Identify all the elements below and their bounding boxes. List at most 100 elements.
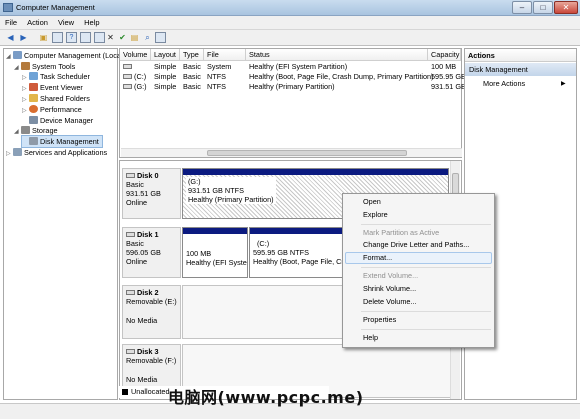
open-icon[interactable]: ▤ bbox=[129, 32, 140, 43]
scrollbar-thumb[interactable] bbox=[207, 150, 407, 156]
menu-item-format[interactable]: Format... bbox=[363, 253, 392, 263]
menu-item-shrink-volume[interactable]: Shrink Volume... bbox=[363, 284, 416, 294]
clock-icon bbox=[29, 72, 38, 80]
column-header-volume[interactable]: Volume bbox=[120, 49, 151, 61]
properties-icon[interactable] bbox=[80, 32, 91, 43]
tree-item-performance[interactable]: ▷ Performance bbox=[22, 104, 82, 115]
actions-section-disk-management[interactable]: Disk Management bbox=[465, 63, 576, 76]
tree-item-label: Task Scheduler bbox=[40, 72, 90, 81]
forward-arrow-icon[interactable]: ▶ bbox=[18, 32, 29, 43]
disk-name: Disk 1 bbox=[137, 230, 159, 239]
menu-help[interactable]: Help bbox=[79, 16, 104, 29]
partition-size: 931.51 GB NTFS bbox=[188, 186, 244, 195]
disk-icon bbox=[126, 173, 135, 178]
cell-fs: NTFS bbox=[207, 72, 227, 81]
drive-icon bbox=[123, 64, 132, 69]
tools-icon bbox=[21, 62, 30, 70]
close-button[interactable]: ✕ bbox=[554, 1, 578, 14]
cell-capacity: 595.95 GB bbox=[431, 72, 466, 81]
column-header-status[interactable]: Status bbox=[246, 49, 428, 61]
collapse-icon[interactable]: ◢ bbox=[14, 63, 21, 74]
menu-item-change-drive-letter[interactable]: Change Drive Letter and Paths... bbox=[363, 240, 469, 250]
disk-label[interactable]: Disk 1 Basic 596.05 GB Online bbox=[122, 227, 181, 278]
cell-capacity: 100 MB bbox=[431, 62, 457, 71]
export-list-icon[interactable] bbox=[94, 32, 105, 43]
cell-status: Healthy (Primary Partition) bbox=[249, 82, 335, 91]
tree-item-label: Services and Applications bbox=[24, 148, 108, 157]
disk-management-icon bbox=[29, 137, 38, 145]
legend-unallocated: Unallocated bbox=[131, 387, 170, 396]
tree-item-event-viewer[interactable]: ▷ Event Viewer bbox=[22, 82, 83, 93]
column-header-capacity[interactable]: Capacity bbox=[428, 49, 461, 61]
disk-label[interactable]: Disk 0 Basic 931.51 GB Online bbox=[122, 168, 181, 219]
mmc-window-icon[interactable] bbox=[155, 32, 166, 43]
cell-type: Basic bbox=[183, 62, 201, 71]
tree-item-label: Storage bbox=[32, 126, 58, 135]
menu-item-properties[interactable]: Properties bbox=[363, 315, 396, 325]
disk-media: No Media bbox=[126, 375, 158, 384]
device-manager-icon bbox=[29, 116, 38, 124]
menu-item-extend-volume[interactable]: Extend Volume... bbox=[363, 271, 418, 281]
up-folder-icon[interactable]: ▣ bbox=[38, 32, 49, 43]
disk-type: Basic bbox=[126, 239, 144, 248]
check-icon[interactable]: ✔ bbox=[117, 32, 128, 43]
help-icon[interactable]: ? bbox=[66, 32, 77, 43]
disk-media: No Media bbox=[126, 316, 158, 325]
cell-fs: NTFS bbox=[207, 82, 227, 91]
tree-item-label: Performance bbox=[40, 105, 82, 114]
tree-item-label: Device Manager bbox=[40, 116, 94, 125]
minimize-button[interactable]: – bbox=[512, 1, 532, 14]
menu-divider bbox=[361, 267, 491, 268]
performance-icon bbox=[29, 105, 38, 113]
column-header-type[interactable]: Type bbox=[180, 49, 204, 61]
search-icon[interactable]: ⌕ bbox=[142, 32, 153, 43]
cell-type: Basic bbox=[183, 72, 201, 81]
menu-view[interactable]: View bbox=[53, 16, 79, 29]
context-menu: Open Explore Mark Partition as Active Ch… bbox=[342, 193, 495, 348]
maximize-button[interactable]: □ bbox=[533, 1, 553, 14]
menu-item-explore[interactable]: Explore bbox=[363, 210, 388, 220]
cell-capacity: 931.51 GB bbox=[431, 82, 466, 91]
collapse-icon[interactable]: ◢ bbox=[14, 127, 21, 138]
menu-item-help[interactable]: Help bbox=[363, 333, 378, 343]
partition-status: Healthy (Primary Partition) bbox=[188, 195, 274, 204]
table-row[interactable]: (G:) Simple Basic NTFS Healthy (Primary … bbox=[120, 82, 466, 92]
expand-icon[interactable]: ▷ bbox=[6, 149, 13, 160]
table-row[interactable]: (C:) Simple Basic NTFS Healthy (Boot, Pa… bbox=[120, 72, 466, 82]
horizontal-scrollbar[interactable] bbox=[121, 148, 462, 157]
menu-item-delete-volume[interactable]: Delete Volume... bbox=[363, 297, 417, 307]
collapse-icon[interactable]: ◢ bbox=[6, 52, 13, 63]
menu-file[interactable]: File bbox=[0, 16, 22, 29]
close-x-icon[interactable]: ✕ bbox=[105, 32, 116, 43]
menu-item-open[interactable]: Open bbox=[363, 197, 381, 207]
title-bar: Computer Management – □ ✕ bbox=[0, 0, 580, 16]
tree-item-label: Shared Folders bbox=[40, 94, 90, 103]
tree-item-disk-management[interactable]: Disk Management bbox=[21, 135, 103, 148]
disk-state: Online bbox=[126, 257, 148, 266]
tree-item-root[interactable]: ◢ Computer Management (Local bbox=[6, 50, 123, 61]
menu-item-mark-active[interactable]: Mark Partition as Active bbox=[363, 228, 439, 238]
column-header-file-system[interactable]: File System bbox=[204, 49, 246, 71]
table-row[interactable]: Simple Basic Healthy (EFI System Partiti… bbox=[120, 62, 461, 72]
disk-type: Removable (E:) bbox=[126, 297, 177, 306]
back-arrow-icon[interactable]: ◀ bbox=[5, 32, 16, 43]
partition-efi[interactable]: 100 MB Healthy (EFI Syster bbox=[182, 227, 248, 278]
actions-header: Actions bbox=[465, 49, 576, 62]
more-actions-link[interactable]: More Actions ▶ bbox=[483, 79, 566, 89]
menu-divider bbox=[361, 329, 491, 330]
column-header-layout[interactable]: Layout bbox=[151, 49, 180, 61]
tree-item-task-scheduler[interactable]: ▷ Task Scheduler bbox=[22, 71, 90, 82]
tree-item-storage[interactable]: ◢ Storage bbox=[14, 125, 58, 136]
tree-item-shared-folders[interactable]: ▷ Shared Folders bbox=[22, 93, 90, 104]
services-icon bbox=[13, 148, 22, 156]
cell-layout: Simple bbox=[154, 72, 177, 81]
menu-bar: File Action View Help bbox=[0, 16, 580, 30]
cell-type: Basic bbox=[183, 82, 201, 91]
menu-action[interactable]: Action bbox=[22, 16, 53, 29]
disk-icon bbox=[126, 349, 135, 354]
show-hide-tree-icon[interactable] bbox=[52, 32, 63, 43]
disk-icon bbox=[126, 232, 135, 237]
disk-label[interactable]: Disk 2 Removable (E:) No Media bbox=[122, 285, 181, 339]
tree-item-services-and-applications[interactable]: ▷ Services and Applications bbox=[6, 147, 107, 158]
disk-icon bbox=[126, 290, 135, 295]
